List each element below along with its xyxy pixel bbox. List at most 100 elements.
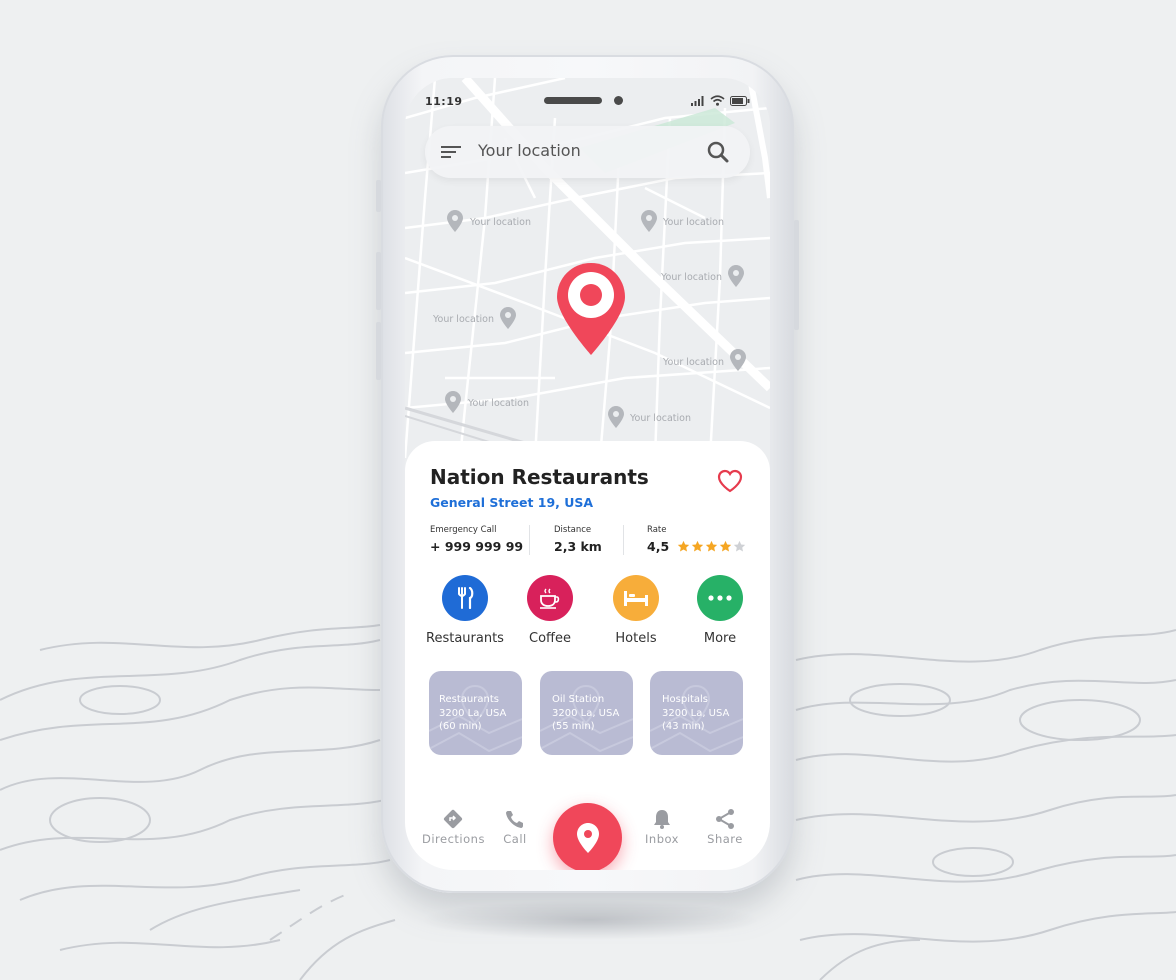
bed-icon	[624, 591, 648, 606]
category-coffee[interactable]: Coffee	[510, 575, 590, 646]
map-pin[interactable]	[445, 391, 461, 417]
status-bar: 11:19	[405, 78, 770, 123]
category-icon-circle	[527, 575, 573, 621]
category-icon-circle	[613, 575, 659, 621]
search-input[interactable]: Your location	[478, 141, 581, 160]
search-bar[interactable]: Your location	[425, 126, 750, 178]
map-pin-label: Your location	[661, 272, 722, 283]
nearby-address: 3200 La, USA	[662, 707, 730, 719]
phone-screen: 11:19 Your location Your location Your l…	[405, 78, 770, 870]
phone-side-button	[376, 180, 381, 212]
nearby-address: 3200 La, USA	[552, 707, 620, 719]
info-divider	[529, 525, 530, 555]
category-label: More	[703, 631, 737, 646]
wifi-icon	[710, 95, 725, 106]
category-label: Hotels	[615, 631, 657, 646]
map-pin-icon	[445, 391, 461, 413]
bottom-navigation: Directions Call Inbox Share	[405, 766, 770, 870]
nearby-name: Oil Station	[552, 694, 605, 705]
rate-label: Rate	[647, 525, 667, 535]
star-empty-icon	[733, 540, 745, 552]
rate-value-row: 4,5	[647, 539, 746, 554]
map-pin-label: Your location	[468, 398, 529, 409]
phone-volume-up-button	[376, 252, 381, 310]
coffee-cup-icon	[540, 588, 560, 609]
star-rating	[677, 540, 746, 553]
fork-knife-icon	[458, 587, 474, 609]
nav-inbox[interactable]: Inbox	[644, 808, 680, 846]
nearby-name: Hospitals	[662, 694, 709, 705]
category-restaurants[interactable]: Restaurants	[425, 575, 505, 646]
map-pin-icon	[641, 210, 657, 232]
info-divider	[623, 525, 624, 555]
emergency-call-info[interactable]: Emergency Call + 999 999 99	[430, 525, 523, 554]
map-pin-label: Your location	[470, 217, 531, 228]
nearby-card[interactable]: Oil Station 3200 La, USA (55 min)	[540, 671, 633, 755]
category-more[interactable]: More	[680, 575, 760, 646]
phone-shadow	[420, 900, 760, 940]
place-details-card: Nation Restaurants General Street 19, US…	[405, 441, 770, 870]
map-pin[interactable]	[730, 349, 746, 375]
nav-share[interactable]: Share	[706, 808, 744, 846]
distance-info: Distance 2,3 km	[554, 525, 602, 554]
map-pin[interactable]	[500, 307, 516, 333]
more-dots-icon	[708, 595, 732, 601]
nav-directions[interactable]: Directions	[422, 808, 484, 846]
place-title: Nation Restaurants	[430, 465, 649, 489]
phone-power-button	[794, 220, 799, 330]
map-pin-icon	[730, 349, 746, 371]
map-pin[interactable]	[447, 210, 463, 236]
place-address[interactable]: General Street 19, USA	[430, 495, 593, 510]
category-hotels[interactable]: Hotels	[596, 575, 676, 646]
map-pin[interactable]	[728, 265, 744, 291]
map-pin[interactable]	[608, 406, 624, 432]
map-pin-icon	[608, 406, 624, 428]
map-pin-icon	[447, 210, 463, 232]
front-camera	[614, 96, 623, 105]
distance-value: 2,3 km	[554, 539, 602, 554]
category-label: Coffee	[529, 631, 571, 646]
nearby-address: 3200 La, USA	[439, 707, 507, 719]
signal-icon	[691, 95, 704, 106]
nav-call[interactable]: Call	[499, 808, 531, 846]
search-icon[interactable]	[706, 140, 730, 164]
category-icon-circle	[697, 575, 743, 621]
nearby-time: (55 min)	[552, 721, 595, 732]
status-time: 11:19	[425, 95, 463, 108]
share-icon	[716, 809, 734, 829]
selected-location-pin-icon[interactable]	[555, 261, 627, 357]
map-pin-icon	[500, 307, 516, 329]
distance-label: Distance	[554, 525, 592, 535]
bell-icon	[654, 810, 670, 829]
map-pin-label: Your location	[433, 314, 494, 325]
heart-icon[interactable]	[717, 469, 743, 493]
star-filled-icon	[677, 540, 689, 552]
map-pin-label: Your location	[663, 357, 724, 368]
hamburger-menu-icon[interactable]	[441, 143, 461, 161]
map-pin-label: Your location	[630, 413, 691, 424]
star-filled-icon	[691, 540, 703, 552]
directions-icon	[443, 809, 463, 829]
nearby-time: (60 min)	[439, 721, 482, 732]
rating-info: Rate 4,5	[647, 525, 746, 554]
map-pin-label: Your location	[663, 217, 724, 228]
nav-label: Inbox	[645, 832, 679, 846]
battery-icon	[730, 95, 750, 106]
phone-volume-down-button	[376, 322, 381, 380]
category-label: Restaurants	[426, 631, 504, 646]
map-pin-icon	[728, 265, 744, 287]
nearby-card[interactable]: Hospitals 3200 La, USA (43 min)	[650, 671, 743, 755]
map-pin[interactable]	[641, 210, 657, 236]
rate-value: 4,5	[647, 539, 670, 554]
location-fab-button[interactable]	[553, 803, 622, 870]
star-filled-icon	[719, 540, 731, 552]
nearby-name: Restaurants	[439, 694, 499, 705]
nearby-card[interactable]: Restaurants 3200 La, USA (60 min)	[429, 671, 522, 755]
nav-label: Call	[503, 832, 527, 846]
nav-label: Directions	[422, 832, 485, 846]
speaker-notch	[544, 97, 602, 104]
category-icon-circle	[442, 575, 488, 621]
nearby-time: (43 min)	[662, 721, 705, 732]
emergency-call-label: Emergency Call	[430, 525, 497, 535]
nav-label: Share	[707, 832, 743, 846]
